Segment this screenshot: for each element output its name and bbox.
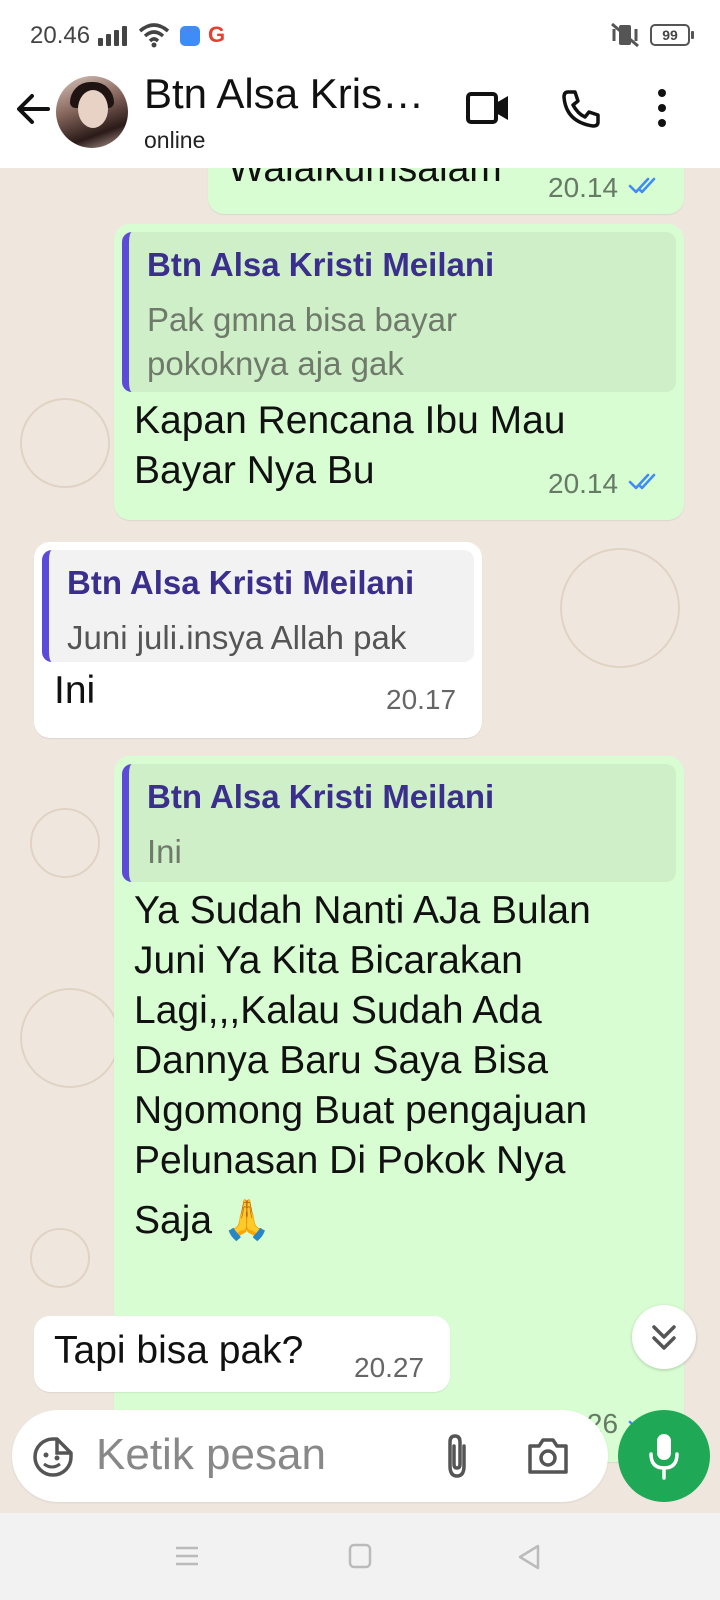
quoted-text: Pak gmna bisa bayar pokoknya aja gak xyxy=(147,301,458,382)
message-text: Ini xyxy=(54,669,96,712)
chat-area[interactable]: Walaikumsalam 20.14 Btn Alsa Kristi Meil… xyxy=(0,168,720,1513)
message-bubble-outgoing[interactable]: Btn Alsa Kristi Meilani Pak gmna bisa ba… xyxy=(114,224,684,520)
contact-avatar[interactable] xyxy=(56,76,128,148)
home-icon[interactable] xyxy=(348,1543,372,1569)
message-text: Ya Sudah Nanti AJa Bulan Juni Ya Kita Bi… xyxy=(134,889,591,1242)
battery-indicator: 99 xyxy=(650,24,694,46)
back-arrow-icon[interactable] xyxy=(14,90,52,128)
voice-call-icon[interactable] xyxy=(560,88,602,130)
app-notification-icon xyxy=(180,26,200,46)
scroll-to-bottom-button[interactable] xyxy=(632,1305,696,1369)
read-receipt-icon xyxy=(628,473,656,490)
signal-icon xyxy=(98,24,130,46)
message-input-bar[interactable]: Ketik pesan xyxy=(12,1410,608,1502)
contact-name[interactable]: Btn Alsa Kris… xyxy=(144,70,444,118)
quoted-text: Juni juli.insya Allah pak xyxy=(67,619,407,656)
attach-icon[interactable] xyxy=(442,1432,472,1480)
message-bubble-incoming[interactable]: Tapi bisa pak? 20.27 xyxy=(34,1316,450,1392)
quoted-message[interactable]: Btn Alsa Kristi Meilani Juni juli.insya … xyxy=(42,550,474,662)
message-input-placeholder[interactable]: Ketik pesan xyxy=(96,1430,326,1480)
message-bubble-outgoing[interactable]: Walaikumsalam 20.14 xyxy=(208,168,684,214)
message-text: Tapi bisa pak? xyxy=(54,1329,304,1372)
system-navigation-bar xyxy=(0,1513,720,1600)
camera-icon[interactable] xyxy=(526,1436,570,1476)
quoted-author: Btn Alsa Kristi Meilani xyxy=(67,564,415,601)
back-nav-icon[interactable] xyxy=(516,1543,542,1571)
double-chevron-down-icon xyxy=(652,1325,676,1350)
message-bubble-incoming[interactable]: Btn Alsa Kristi Meilani Juni juli.insya … xyxy=(34,542,482,738)
more-options-icon[interactable] xyxy=(655,88,669,128)
message-time: 20.17 xyxy=(386,684,457,715)
quoted-message[interactable]: Btn Alsa Kristi Meilani Ini xyxy=(122,764,676,882)
sticker-icon[interactable] xyxy=(32,1436,74,1478)
message-time: 20.14 xyxy=(548,468,619,499)
quoted-message[interactable]: Btn Alsa Kristi Meilani Pak gmna bisa ba… xyxy=(122,232,676,392)
message-time: 20.14 xyxy=(548,172,619,203)
vibrate-mute-icon xyxy=(611,22,639,48)
quoted-text: Ini xyxy=(147,833,182,870)
status-time: 20.46 xyxy=(30,22,91,49)
message-time: 20.27 xyxy=(354,1352,425,1383)
wifi-icon xyxy=(138,23,170,48)
top-bar: 20.46 G 99 Btn Alsa Kris… online xyxy=(0,0,720,168)
recent-apps-icon[interactable] xyxy=(174,1545,200,1567)
google-icon: G xyxy=(208,22,226,47)
voice-record-button[interactable] xyxy=(618,1410,710,1502)
read-receipt-icon xyxy=(628,177,656,194)
microphone-icon xyxy=(649,1434,679,1480)
video-call-icon[interactable] xyxy=(466,88,512,128)
message-text: Kapan Rencana Ibu Mau Bayar Nya Bu xyxy=(134,399,566,492)
contact-status: online xyxy=(144,127,206,153)
quoted-author: Btn Alsa Kristi Meilani xyxy=(147,778,495,815)
quoted-author: Btn Alsa Kristi Meilani xyxy=(147,246,495,283)
message-text: Walaikumsalam xyxy=(228,168,502,190)
